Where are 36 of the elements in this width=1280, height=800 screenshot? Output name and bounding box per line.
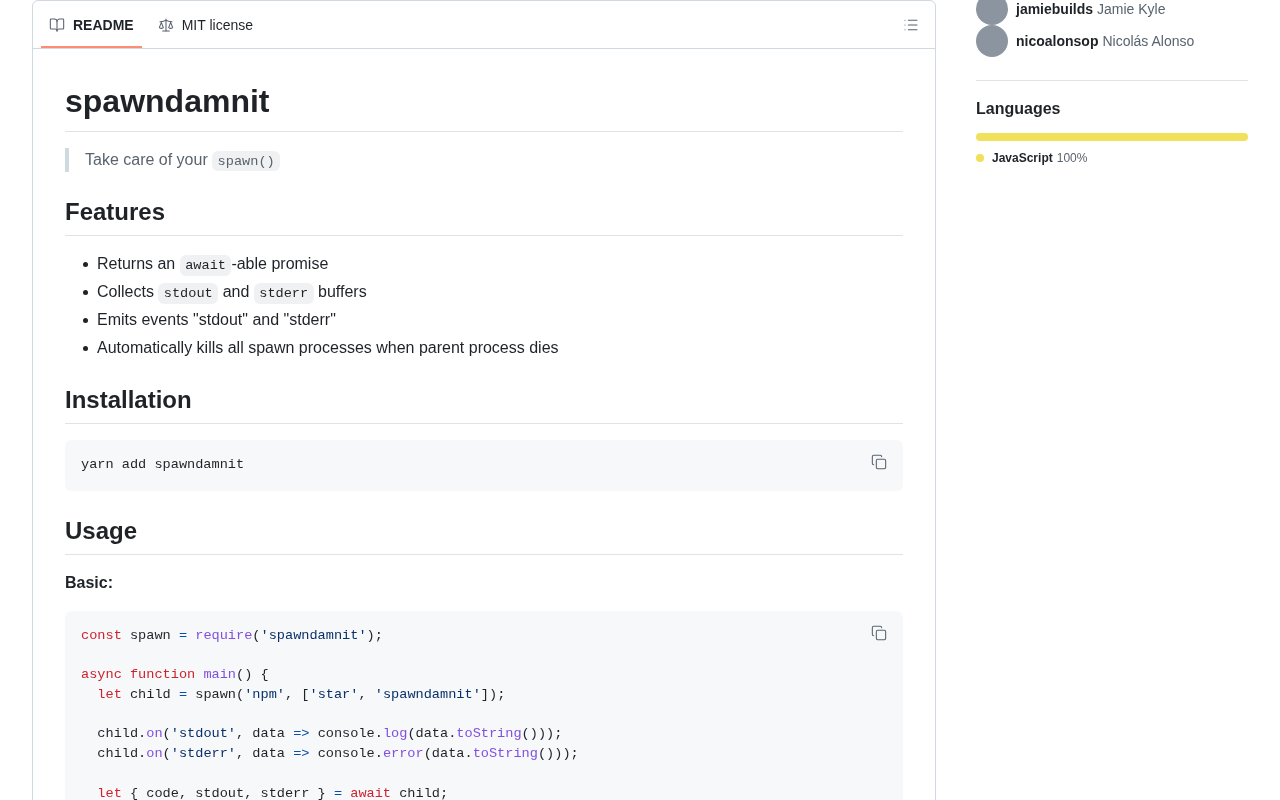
bullet-icon [83,345,88,351]
scale-icon [157,16,174,33]
copy-icon[interactable] [871,624,887,641]
tab[interactable]: README [41,1,142,48]
language-name[interactable]: JavaScript [992,149,1053,167]
code-line: child.on('stdout', data => console.log(data.toString())); [96,725,563,744]
section-heading: Usage [65,516,138,544]
section-heading: Installation [65,385,192,413]
language-percent: 100% [1056,150,1088,167]
sidebar-heading: Languages [976,100,1061,117]
list-item-text: Collects stdout and stderr buffers [97,279,367,304]
bullet-icon [83,317,88,323]
code-line: yarn add spawndamnit [81,455,245,474]
bullet-icon [83,261,88,267]
code-line: child.on('stderr', data => console.error(data.toString())); [96,745,579,764]
copy-icon[interactable] [871,453,887,470]
readme-title: spawndamnit [65,83,270,119]
code-line: let child = spawn('npm', ['star', 'spawndamnit']); [96,686,506,704]
blockquote: Take care of your spawn() [65,147,903,172]
list-item-text: Returns an await -able promise [97,251,329,276]
contributor-login[interactable]: jamiebuilds [1016,1,1094,17]
list-item-text: Emits events "stdout" and "stderr" [97,309,336,330]
subheading: Basic: [65,573,114,591]
tab[interactable]: MIT license [149,1,261,48]
contributor-login[interactable]: nicoalonsop [1016,33,1099,49]
contributor-name[interactable]: Jamie Kyle [1097,1,1166,17]
code-line: let { code, stdout, stderr } = await child; [96,784,449,800]
section-heading: Features [65,197,166,225]
bullet-icon [83,289,88,295]
code-line: async function main() { [81,666,269,685]
contributor-name[interactable]: Nicolás Alonso [1102,33,1195,49]
avatar[interactable] [976,0,1008,25]
code-line: const spawn = require('spawndamnit'); [81,626,383,645]
avatar[interactable] [976,25,1008,57]
book-icon [49,16,65,33]
list-item-text: Automatically kills all spawn processes when parent process dies [97,337,559,358]
